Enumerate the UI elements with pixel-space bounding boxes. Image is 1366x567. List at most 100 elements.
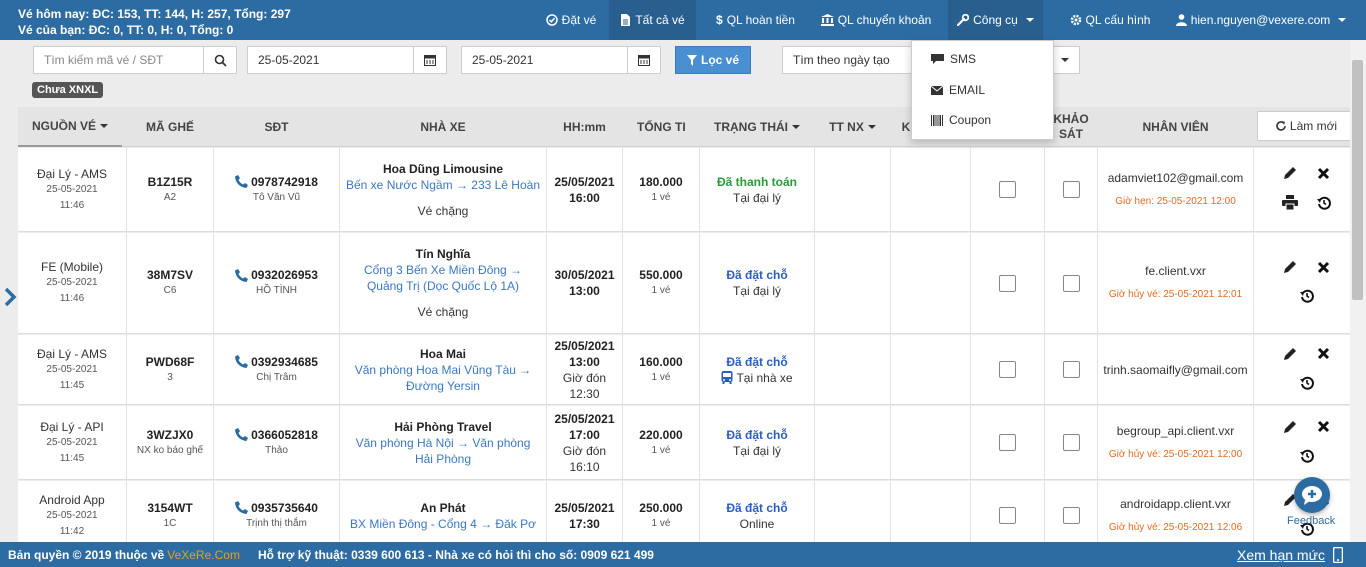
date-from-picker[interactable] <box>413 46 447 74</box>
mobile-icon[interactable] <box>1333 547 1343 563</box>
phone-number[interactable]: 0978742918 <box>251 174 318 190</box>
col-hhmm: HH:mm <box>563 119 606 134</box>
nav-cong-cu[interactable]: Công cụ <box>948 0 1043 40</box>
survey-checkbox[interactable] <box>1062 434 1080 451</box>
pickup-label: Giờ đón <box>562 370 607 385</box>
history-button[interactable] <box>1299 449 1314 467</box>
search-input[interactable]: Tìm kiếm mã vé / SĐT <box>33 46 204 74</box>
feedback-label[interactable]: Feedback <box>1287 515 1335 527</box>
ticket-code[interactable]: B1Z15R <box>148 174 193 190</box>
cell-company: Hoa Mai Văn phòng Hoa Mai Vũng Tàu → Đườn… <box>340 335 547 404</box>
cell-actions <box>1254 148 1360 231</box>
cancel-button[interactable] <box>1317 167 1330 184</box>
created-time: 11:45 <box>59 452 85 464</box>
table-row[interactable]: Android App 25-05-2021 11:42 3154WT 1C 093573… <box>18 481 1360 551</box>
confirm-checkbox[interactable] <box>999 507 1016 524</box>
cancel-button[interactable] <box>1317 420 1330 437</box>
history-button[interactable] <box>1299 376 1314 394</box>
col-trang-thai[interactable]: TRẠNG THÁI <box>700 107 814 147</box>
ticket-code[interactable]: 3WZJX0 <box>147 427 194 443</box>
table-row[interactable]: Đại Lý - AMS 25-05-2021 11:46 B1Z15R A2 09787… <box>18 148 1360 232</box>
search-button[interactable] <box>203 46 237 74</box>
table-row[interactable]: Đại Lý - AMS 25-05-2021 11:45 PWD68F 3 039293… <box>18 335 1360 405</box>
route-link[interactable]: Văn phòng Hoa Mai Vũng Tàu → Đường Yersi… <box>340 362 546 394</box>
customer-name: HỒ TÌNH <box>256 285 297 296</box>
refresh-icon <box>1276 121 1286 131</box>
col-khao-sat-line1: KHẢO <box>1053 112 1089 126</box>
route-link[interactable]: BX Miền Đông - Cổng 4 → Đăk Pơ <box>344 516 542 532</box>
nav-ql-cau-hinh[interactable]: QL cấu hình <box>1060 0 1160 40</box>
history-button[interactable] <box>1316 196 1331 214</box>
phone-number[interactable]: 0932026953 <box>251 267 318 283</box>
edit-button[interactable] <box>1282 419 1298 439</box>
menu-item-sms[interactable]: SMS <box>912 44 1055 74</box>
bus-company: Hải Phòng Travel <box>394 419 492 434</box>
nav-tat-ca-ve[interactable]: Tất cả vé <box>609 0 696 40</box>
view-limit-link[interactable]: Xem hạn mức <box>1237 547 1325 563</box>
ticket-code[interactable]: PWD68F <box>146 354 195 370</box>
edit-button[interactable] <box>1282 346 1298 366</box>
status-badge[interactable]: Chưa XNXL <box>32 82 104 98</box>
departure-date: 25/05/2021 <box>554 338 615 353</box>
edit-button[interactable] <box>1282 259 1298 279</box>
feedback-button[interactable] <box>1294 477 1330 513</box>
payment-status: Đã đặt chỗ <box>726 268 788 282</box>
menu-item-coupon[interactable]: Coupon <box>912 105 1055 135</box>
cell-k <box>891 335 971 404</box>
ticket-code[interactable]: 38M7SV <box>147 267 193 283</box>
cell-check-2 <box>1045 406 1098 479</box>
created-time: 11:42 <box>59 525 85 537</box>
cell-check-2 <box>1045 233 1098 333</box>
nav-ql-hoan-tien[interactable]: $ QL hoàn tiền <box>704 0 807 40</box>
confirm-checkbox[interactable] <box>999 181 1016 198</box>
cell-phone: 0366052818 Thảo <box>214 406 340 479</box>
confirm-checkbox[interactable] <box>999 361 1016 378</box>
route-link[interactable]: Văn phòng Hà Nội → Văn phòng Hải Phòng <box>340 435 546 467</box>
survey-checkbox[interactable] <box>1062 507 1080 524</box>
phone-number[interactable]: 0392934685 <box>251 354 318 370</box>
confirm-checkbox[interactable] <box>999 434 1016 451</box>
phone-icon <box>235 268 249 282</box>
phone-number[interactable]: 0935735640 <box>251 500 318 516</box>
history-icon <box>1299 449 1314 463</box>
user-email: hien.nguyen@vexere.com <box>1190 13 1331 27</box>
table-row[interactable]: Đại Lý - API 25-05-2021 11:45 3WZJX0 NX ko b… <box>18 406 1360 480</box>
scrollbar-thumb[interactable] <box>1352 60 1363 300</box>
filter-tickets-button[interactable]: Lọc vé <box>675 46 751 74</box>
nav-ql-chuyen-khoan[interactable]: QL chuyển khoản <box>812 0 940 40</box>
route-link[interactable]: Bến xe Nước Ngầm → 233 Lê Hoàn <box>340 177 546 193</box>
created-date: 25-05-2021 <box>46 363 98 375</box>
cell-amount: 160.000 1 vé <box>623 335 700 404</box>
ticket-code[interactable]: 3154WT <box>147 500 192 516</box>
cancel-button[interactable] <box>1317 347 1330 364</box>
departure-time: 16:00 <box>569 190 600 205</box>
date-to-input[interactable]: 25-05-2021 <box>461 46 628 74</box>
chevron-right-icon[interactable] <box>3 287 17 307</box>
date-to-picker[interactable] <box>627 46 661 74</box>
pickup-time: 12:30 <box>569 386 600 401</box>
cell-status: Đã đặt chỗ Tại nhà xe <box>700 335 815 404</box>
history-button[interactable] <box>1299 289 1314 307</box>
created-date: 25-05-2021 <box>46 183 98 195</box>
nav-dat-ve-label: Đặt vé <box>561 13 597 27</box>
route-link[interactable]: Cổng 3 Bến Xe Miền Đông → Quảng Trị (Dọc… <box>340 262 546 294</box>
col-nguon-ve[interactable]: NGUỒN VÉ <box>18 107 122 147</box>
cell-check-1 <box>971 233 1045 333</box>
confirm-checkbox[interactable] <box>999 274 1016 292</box>
ticket-qty: 1 vé <box>651 285 671 296</box>
nav-user-menu[interactable]: hien.nguyen@vexere.com <box>1170 0 1352 40</box>
print-button[interactable] <box>1281 195 1298 214</box>
table-row[interactable]: FE (Mobile) 25-05-2021 11:46 38M7SV C6 093202… <box>18 233 1360 334</box>
survey-checkbox[interactable] <box>1062 274 1080 292</box>
nav-dat-ve[interactable]: Đặt vé <box>535 0 607 40</box>
survey-checkbox[interactable] <box>1062 361 1080 378</box>
col-tt-nx[interactable]: TT NX <box>815 107 890 147</box>
date-from-input[interactable]: 25-05-2021 <box>247 46 414 74</box>
survey-checkbox[interactable] <box>1062 181 1080 198</box>
cancel-button[interactable] <box>1317 261 1330 278</box>
phone-number[interactable]: 0366052818 <box>251 427 318 443</box>
menu-item-email[interactable]: EMAIL <box>912 75 1055 105</box>
footer-brand-link[interactable]: VeXeRe.Com <box>167 548 240 562</box>
refresh-button[interactable]: Làm mới <box>1257 111 1355 141</box>
edit-button[interactable] <box>1282 165 1298 185</box>
